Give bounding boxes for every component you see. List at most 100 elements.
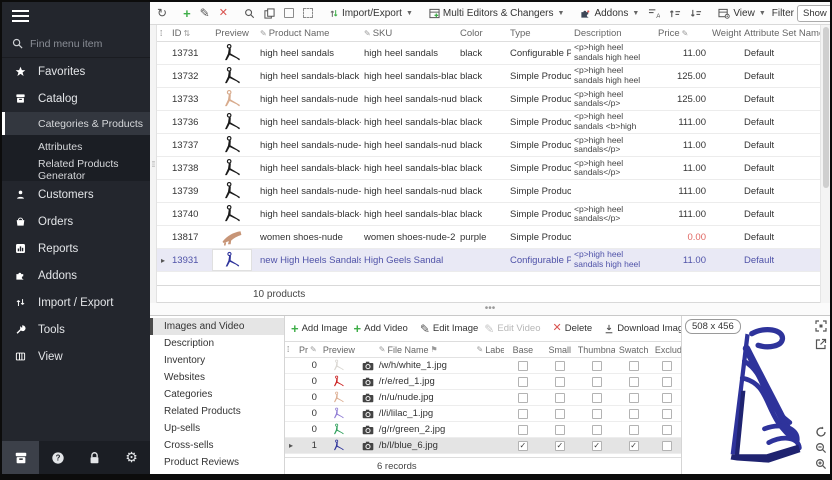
sidebar-item-addons[interactable]: Addons (2, 262, 150, 289)
tab-categories[interactable]: Categories (150, 386, 284, 403)
tab-images-and-video[interactable]: Images and Video (150, 318, 284, 335)
column-header-attribute-set[interactable]: Attribute Set Name (741, 28, 820, 39)
image-flag-checkbox[interactable] (662, 393, 672, 403)
image-row[interactable]: 0/g/r/green_2.jpg (285, 422, 681, 438)
column-header-price[interactable]: Price✎ (655, 28, 709, 39)
scrollbar-thumb[interactable] (823, 27, 829, 188)
expand-rows-button[interactable] (666, 7, 684, 20)
product-row[interactable]: 13731high heel sandalshigh heel sandalsb… (157, 42, 820, 65)
product-row[interactable]: 13736high heel sandals-black-36high heel… (157, 111, 820, 134)
refresh-button[interactable]: ↻ (154, 6, 170, 20)
tab-inventory[interactable]: Inventory (150, 352, 284, 369)
image-flag-checkbox[interactable] (592, 425, 602, 435)
menu-search-input[interactable] (30, 38, 130, 50)
column-header-small[interactable]: Small (541, 345, 578, 355)
select-all-button[interactable] (281, 7, 297, 19)
image-flag-checkbox[interactable] (555, 361, 565, 371)
add-video-button[interactable]: +Add Video (352, 321, 410, 336)
menu-toggle-button[interactable] (2, 2, 150, 30)
add-image-button[interactable]: +Add Image (289, 321, 350, 336)
image-row[interactable]: 0/l/i/lilac_1.jpg (285, 406, 681, 422)
image-flag-checkbox[interactable] (629, 361, 639, 371)
product-row[interactable]: ▸13931new High Heels SandalsHigh Geels S… (157, 249, 820, 272)
column-header-thumbnail[interactable]: Thumbna (578, 345, 615, 355)
row-expander[interactable]: ▸ (285, 441, 297, 450)
column-header-product-name[interactable]: ✎Product Name (257, 28, 361, 39)
image-flag-checkbox[interactable] (555, 377, 565, 387)
column-header-pr[interactable]: Pr✎ (297, 345, 319, 355)
filter-select[interactable]: Show products from selected categories▼ (797, 5, 830, 22)
column-header-type[interactable]: Type (507, 28, 571, 39)
image-flag-checkbox[interactable] (555, 409, 565, 419)
tab-cross-sells[interactable]: Cross-sells (150, 437, 284, 454)
product-row[interactable]: 13740high heel sandals-black-38high heel… (157, 203, 820, 226)
store-button[interactable] (2, 441, 39, 474)
column-header-id[interactable]: ID⇅ (169, 28, 207, 39)
settings-button[interactable]: ⚙ (113, 441, 150, 474)
image-flag-checkbox[interactable] (629, 377, 639, 387)
sidebar-item-import-export[interactable]: Import / Export (2, 289, 150, 316)
column-header-preview[interactable]: Preview (319, 345, 359, 355)
sidebar-item-tools[interactable]: Tools (2, 316, 150, 343)
lock-button[interactable] (76, 441, 113, 474)
open-external-button[interactable] (815, 338, 827, 350)
image-flag-checkbox[interactable] (592, 441, 602, 451)
image-row[interactable]: ▸1/b/l/blue_6.jpg (285, 438, 681, 454)
product-row[interactable]: 13733high heel sandals-nudehigh heel san… (157, 88, 820, 111)
column-header-preview[interactable]: Preview (207, 28, 257, 39)
tab-product-reviews[interactable]: Product Reviews (150, 454, 284, 471)
column-header-base[interactable]: Base (504, 345, 541, 355)
column-header-file-name[interactable]: ✎File Name⚑ (377, 345, 463, 355)
add-product-button[interactable]: + (180, 6, 194, 21)
duplicate-button[interactable] (261, 7, 278, 20)
image-flag-checkbox[interactable] (518, 377, 528, 387)
download-image-button[interactable]: Download Image (602, 322, 681, 335)
sidebar-item-reports[interactable]: Reports (2, 235, 150, 262)
image-flag-checkbox[interactable] (592, 361, 602, 371)
grid-scrollbar[interactable] (820, 25, 830, 303)
image-flag-checkbox[interactable] (662, 425, 672, 435)
grid-corner[interactable]: ⁞ (157, 29, 169, 38)
product-row[interactable]: 13732high heel sandals-blackhigh heel sa… (157, 65, 820, 88)
import-export-menu[interactable]: Import/Export▼ (326, 7, 416, 20)
column-header-label[interactable]: ✎Label (475, 345, 505, 355)
column-header-weight[interactable]: Weight (709, 28, 741, 39)
image-flag-checkbox[interactable] (592, 377, 602, 387)
image-flag-checkbox[interactable] (592, 409, 602, 419)
tab-up-sells[interactable]: Up-sells (150, 420, 284, 437)
search-products-button[interactable] (241, 7, 258, 20)
product-row[interactable]: 13739high heel sandals-nude-37high heel … (157, 180, 820, 203)
image-flag-checkbox[interactable] (629, 409, 639, 419)
image-flag-checkbox[interactable] (518, 409, 528, 419)
zoom-in-button[interactable] (815, 458, 827, 470)
image-flag-checkbox[interactable] (555, 425, 565, 435)
edit-video-button[interactable]: ✎Edit Video (482, 322, 542, 336)
product-row[interactable]: 13817women shoes-nudewomen shoes-nude-2p… (157, 226, 820, 249)
image-flag-checkbox[interactable] (555, 441, 565, 451)
panel-splitter[interactable]: ••• (150, 303, 830, 315)
image-flag-checkbox[interactable] (592, 393, 602, 403)
image-row[interactable]: 0/n/u/nude.jpg (285, 390, 681, 406)
image-flag-checkbox[interactable] (629, 425, 639, 435)
sidebar-item-customers[interactable]: Customers (2, 181, 150, 208)
edit-image-button[interactable]: ✎Edit Image (418, 322, 480, 336)
image-row[interactable]: 0/r/e/red_1.jpg (285, 374, 681, 390)
help-button[interactable]: ? (39, 441, 76, 474)
fit-screen-button[interactable] (815, 320, 827, 332)
image-flag-checkbox[interactable] (629, 393, 639, 403)
column-header-description[interactable]: Description (571, 28, 655, 39)
image-flag-checkbox[interactable] (518, 425, 528, 435)
image-flag-checkbox[interactable] (662, 441, 672, 451)
sidebar-item-view[interactable]: View (2, 343, 150, 370)
sidebar-splitter[interactable]: ⁞⁞ (150, 25, 157, 303)
multi-editors-menu[interactable]: Multi Editors & Changers▼ (426, 7, 568, 20)
product-row[interactable]: 13737high heel sandals-nude-36high heel … (157, 134, 820, 157)
tab-websites[interactable]: Websites (150, 369, 284, 386)
image-flag-checkbox[interactable] (518, 441, 528, 451)
image-flag-checkbox[interactable] (629, 441, 639, 451)
sidebar-item-catalog[interactable]: Catalog (2, 85, 150, 112)
sidebar-item-categories-products[interactable]: Categories & Products (2, 112, 150, 135)
rotate-button[interactable] (815, 426, 827, 438)
image-flag-checkbox[interactable] (662, 361, 672, 371)
image-flag-checkbox[interactable] (662, 409, 672, 419)
